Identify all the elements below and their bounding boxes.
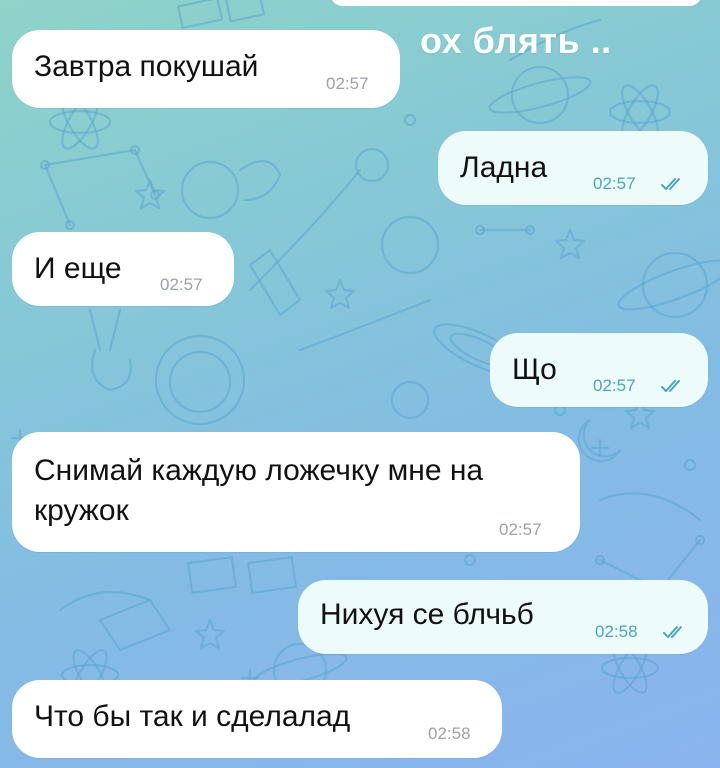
message-incoming[interactable]: Завтра покушай 02:57 xyxy=(12,30,400,108)
chat-background: ох блять .. Завтра покушай 02:57 Ладна 0… xyxy=(0,0,720,768)
double-check-icon xyxy=(663,626,682,638)
message-text-line-1: Снимай каждую ложечку мне на xyxy=(34,454,484,487)
message-time: 02:57 xyxy=(593,376,636,395)
double-check-icon xyxy=(661,178,680,190)
message-time: 02:57 xyxy=(499,520,542,539)
message-text: Що xyxy=(512,353,557,386)
message-text: Нихуя се блчьб xyxy=(320,598,534,631)
partial-message-bubble[interactable] xyxy=(330,0,702,6)
overlay-caption: ох блять .. xyxy=(420,20,612,61)
message-incoming[interactable]: Снимай каждую ложечку мне на кружок 02:5… xyxy=(12,432,580,552)
message-time: 02:58 xyxy=(595,622,638,641)
message-text: И еще xyxy=(34,252,122,285)
message-text: Ладна xyxy=(460,151,548,184)
message-time: 02:57 xyxy=(593,174,636,193)
message-incoming[interactable]: И еще 02:57 xyxy=(12,232,234,306)
message-text-line-2: кружок xyxy=(34,494,129,527)
message-outgoing[interactable]: Ладна 02:57 xyxy=(438,131,708,205)
message-outgoing[interactable]: Нихуя се блчьб 02:58 xyxy=(298,580,708,654)
message-time: 02:57 xyxy=(326,74,369,93)
double-check-icon xyxy=(661,380,680,392)
message-incoming[interactable]: Что бы так и сделалад 02:58 xyxy=(12,680,502,758)
message-outgoing[interactable]: Що 02:57 xyxy=(490,333,708,407)
message-time: 02:58 xyxy=(428,724,471,743)
message-text: Завтра покушай xyxy=(34,50,259,83)
message-time: 02:57 xyxy=(160,275,203,294)
message-text: Что бы так и сделалад xyxy=(34,700,351,733)
